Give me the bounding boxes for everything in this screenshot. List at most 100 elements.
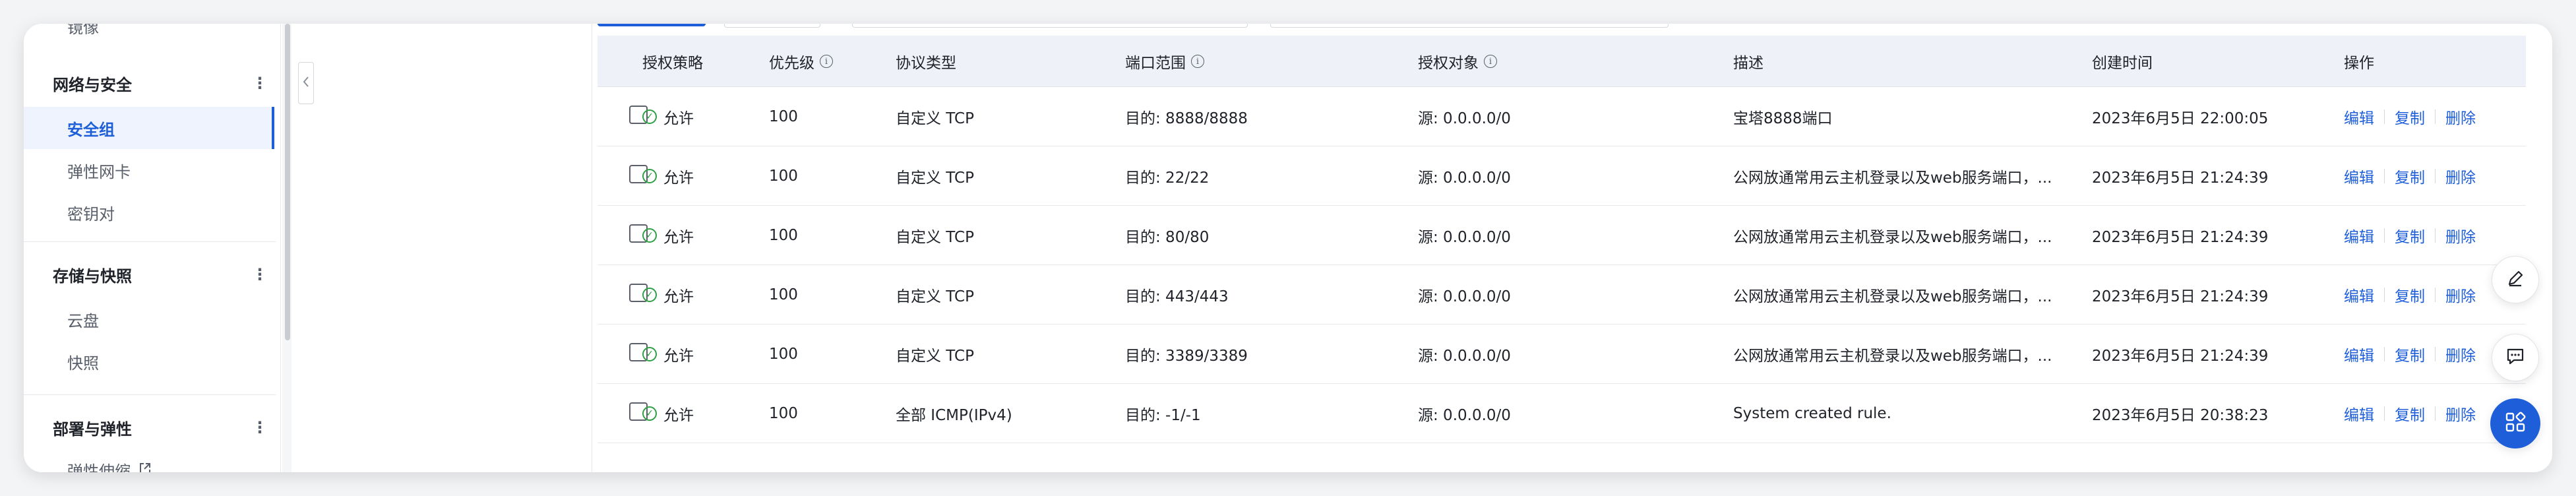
check-circle-icon: ✓ [642, 288, 657, 302]
action-divider [2435, 288, 2436, 302]
sidebar-item-security-group[interactable]: 安全组 [24, 107, 274, 149]
header-port-label: 端口范围 [1125, 55, 1186, 72]
delete-rule-link[interactable]: 删除 [2445, 165, 2476, 187]
policy-label: 允许 [663, 110, 694, 127]
edit-rule-link[interactable]: 编辑 [2344, 402, 2374, 425]
check-circle-icon: ✓ [642, 228, 657, 243]
security-group-rules-table: 授权策略 优先级 i 协议类型 端口范围 i 授权对象 i 描述 创建时间 操作… [598, 36, 2526, 443]
header-port: 端口范围 i [1125, 36, 1204, 87]
cell-desc: 公网放通常用云主机登录以及web服务端口，... [1733, 348, 2052, 365]
sidebar-item-label: 弹性伸缩 [67, 462, 131, 473]
header-policy: 授权策略 [642, 55, 703, 72]
sidebar-item-images[interactable]: 镜像 [67, 24, 99, 38]
table-row: ✓ 允许 100 全部 ICMP(IPv4) 目的: -1/-1 源: 0.0.0.0/0… [598, 384, 2526, 443]
sidebar-item-key-pairs[interactable]: 密钥对 [24, 191, 274, 233]
sidebar-divider [24, 394, 276, 395]
copy-rule-link[interactable]: 复制 [2395, 106, 2425, 128]
copy-rule-link[interactable]: 复制 [2395, 165, 2425, 187]
chat-button[interactable] [2492, 334, 2539, 381]
header-created: 创建时间 [2092, 55, 2153, 72]
cell-port: 目的: 8888/8888 [1125, 110, 1248, 127]
edit-rule-link[interactable]: 编辑 [2344, 165, 2374, 187]
toolbar-button[interactable] [724, 24, 820, 28]
cell-policy: ✓ 允许 [642, 384, 694, 443]
header-protocol: 协议类型 [896, 55, 956, 72]
cell-target: 源: 0.0.0.0/0 [1418, 407, 1511, 424]
kebab-icon[interactable]: ⋮ [252, 265, 270, 284]
cell-policy: ✓ 允许 [642, 265, 694, 325]
sidebar-item-cloud-disk[interactable]: 云盘 [24, 298, 274, 340]
policy-label: 允许 [663, 229, 694, 246]
cell-target: 源: 0.0.0.0/0 [1418, 229, 1511, 246]
cell-protocol: 自定义 TCP [896, 110, 974, 127]
table-header: 授权策略 优先级 i 协议类型 端口范围 i 授权对象 i 描述 创建时间 操作 [598, 36, 2526, 87]
edit-rule-link[interactable]: 编辑 [2344, 106, 2374, 128]
sidebar-divider [24, 241, 276, 242]
info-icon[interactable]: i [1191, 55, 1204, 68]
sidebar-group-storage-snapshot[interactable]: 存储与快照 ⋮ [53, 256, 270, 293]
table-row: ✓ 允许 100 自定义 TCP 目的: 80/80 源: 0.0.0.0/0 公网放通常用… [598, 206, 2526, 265]
table-row: ✓ 允许 100 自定义 TCP 目的: 3389/3389 源: 0.0.0.0/0 公网… [598, 325, 2526, 384]
apps-grid-icon [2504, 411, 2527, 436]
cell-protocol: 自定义 TCP [896, 170, 974, 187]
apps-button[interactable] [2490, 398, 2540, 449]
copy-rule-link[interactable]: 复制 [2395, 224, 2425, 247]
cell-desc: 公网放通常用云主机登录以及web服务端口，... [1733, 229, 2052, 246]
sidebar-group-deploy-elastic[interactable]: 部署与弹性 ⋮ [53, 409, 270, 446]
action-divider [2384, 288, 2385, 302]
table-body: ✓ 允许 100 自定义 TCP 目的: 8888/8888 源: 0.0.0.0/0 宝塔… [598, 87, 2526, 443]
edit-rule-link[interactable]: 编辑 [2344, 343, 2374, 365]
sidebar-scrollbar-thumb[interactable] [285, 24, 290, 340]
cell-actions: 编辑 复制 删除 [2344, 384, 2476, 443]
feedback-edit-button[interactable] [2492, 256, 2539, 303]
edit-rule-link[interactable]: 编辑 [2344, 224, 2374, 247]
table-row: ✓ 允许 100 自定义 TCP 目的: 8888/8888 源: 0.0.0.0/0 宝塔… [598, 87, 2526, 146]
kebab-icon[interactable]: ⋮ [252, 74, 270, 92]
check-circle-icon: ✓ [642, 406, 657, 421]
cell-port: 目的: 443/443 [1125, 288, 1229, 305]
action-divider [2435, 228, 2436, 243]
delete-rule-link[interactable]: 删除 [2445, 284, 2476, 306]
delete-rule-link[interactable]: 删除 [2445, 106, 2476, 128]
sidebar-item-elastic-nic[interactable]: 弹性网卡 [24, 149, 274, 191]
sidebar-item-label: 云盘 [67, 311, 99, 330]
cell-policy: ✓ 允许 [642, 146, 694, 206]
cell-desc: 公网放通常用云主机登录以及web服务端口，... [1733, 288, 2052, 305]
delete-rule-link[interactable]: 删除 [2445, 402, 2476, 425]
filter-select[interactable] [852, 24, 1248, 28]
action-divider [2384, 228, 2385, 243]
header-priority: 优先级 i [769, 36, 833, 87]
sidebar-group-network-security[interactable]: 网络与安全 ⋮ [53, 65, 270, 102]
copy-rule-link[interactable]: 复制 [2395, 284, 2425, 306]
cell-desc: System created rule. [1733, 405, 1891, 422]
policy-label: 允许 [663, 407, 694, 424]
check-circle-icon: ✓ [642, 347, 657, 361]
table-row: ✓ 允许 100 自定义 TCP 目的: 443/443 源: 0.0.0.0/0 公网放通… [598, 265, 2526, 325]
cell-created: 2023年6月5日 21:24:39 [2092, 229, 2269, 246]
policy-label: 允许 [663, 288, 694, 305]
sidebar-group-title: 存储与快照 [53, 266, 132, 286]
delete-rule-link[interactable]: 删除 [2445, 343, 2476, 365]
edit-rule-link[interactable]: 编辑 [2344, 284, 2374, 306]
sidebar-item-snapshot[interactable]: 快照 [24, 340, 274, 383]
action-divider [2384, 406, 2385, 421]
search-input[interactable] [1270, 24, 1669, 28]
copy-rule-link[interactable]: 复制 [2395, 343, 2425, 365]
sidebar-item-auto-scaling[interactable]: 弹性伸缩 [24, 449, 274, 472]
kebab-icon[interactable]: ⋮ [252, 418, 270, 437]
check-circle-icon: ✓ [642, 169, 657, 183]
cell-priority: 100 [769, 286, 798, 303]
policy-label: 允许 [663, 170, 694, 187]
cell-created: 2023年6月5日 21:24:39 [2092, 170, 2269, 187]
info-icon[interactable]: i [820, 55, 833, 68]
sidebar-item-label: 弹性网卡 [67, 162, 131, 181]
copy-rule-link[interactable]: 复制 [2395, 402, 2425, 425]
check-circle-icon: ✓ [642, 109, 657, 124]
collapse-sidebar-button[interactable] [298, 62, 314, 104]
tab-active-indicator[interactable] [598, 24, 706, 26]
info-icon[interactable]: i [1484, 55, 1497, 68]
cell-policy: ✓ 允许 [642, 206, 694, 265]
cell-target: 源: 0.0.0.0/0 [1418, 288, 1511, 305]
delete-rule-link[interactable]: 删除 [2445, 224, 2476, 247]
cell-port: 目的: -1/-1 [1125, 407, 1201, 424]
